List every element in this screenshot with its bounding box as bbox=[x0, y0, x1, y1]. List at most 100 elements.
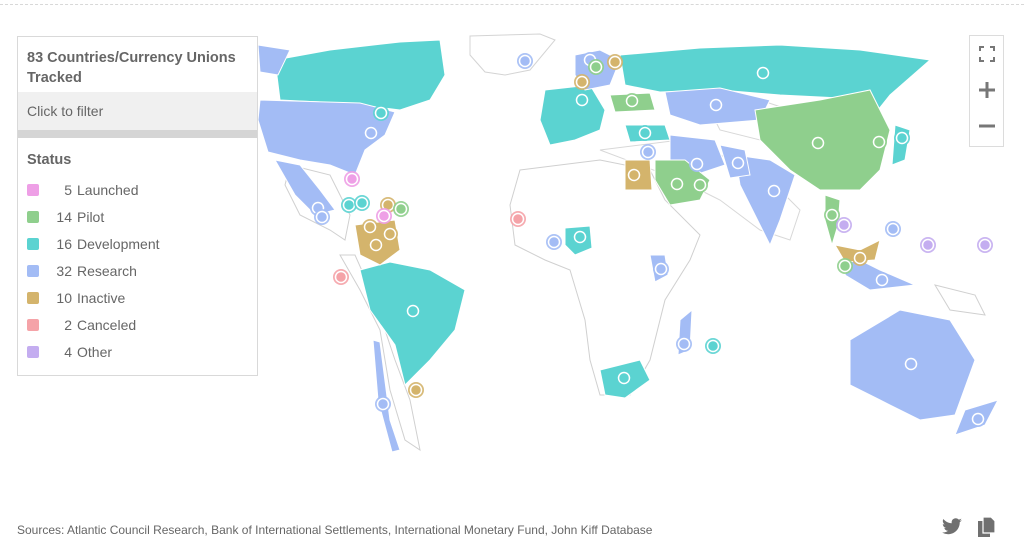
marker-iceland[interactable] bbox=[517, 53, 533, 69]
marker-ring bbox=[315, 210, 329, 224]
country-canada[interactable] bbox=[274, 39, 446, 111]
zoom-in-button[interactable] bbox=[970, 72, 1003, 108]
marker-eastern-caribbean[interactable] bbox=[376, 208, 392, 224]
legend-swatch bbox=[27, 318, 39, 331]
marker-brazil[interactable] bbox=[405, 303, 421, 319]
country-euro-area[interactable] bbox=[539, 84, 606, 146]
marker-marshall-islands[interactable] bbox=[920, 237, 936, 253]
zoom-out-button[interactable] bbox=[970, 108, 1003, 144]
marker-united-states[interactable] bbox=[363, 125, 379, 141]
marker-ring bbox=[895, 131, 909, 145]
legend-item-other[interactable]: 4 Other bbox=[18, 338, 257, 365]
marker-ecuador[interactable] bbox=[368, 237, 384, 253]
legend-count: 4 bbox=[64, 343, 72, 360]
marker-south-korea[interactable] bbox=[871, 134, 887, 150]
marker-sweden[interactable] bbox=[588, 59, 604, 75]
marker-madagascar[interactable] bbox=[676, 336, 692, 352]
legend-count: 14 bbox=[56, 208, 72, 225]
marker-philippines[interactable] bbox=[885, 221, 901, 237]
marker-bahamas[interactable] bbox=[344, 171, 360, 187]
marker-china[interactable] bbox=[810, 135, 826, 151]
marker-venezuela[interactable] bbox=[382, 226, 398, 242]
marker-indonesia[interactable] bbox=[874, 272, 890, 288]
marker-saudi-arabia[interactable] bbox=[669, 176, 685, 192]
marker-new-zealand[interactable] bbox=[970, 411, 986, 427]
marker-russia[interactable] bbox=[755, 65, 771, 81]
twitter-share-button[interactable] bbox=[941, 518, 963, 541]
marker-ring bbox=[376, 397, 390, 411]
marker-ring bbox=[518, 54, 532, 68]
marker-pakistan[interactable] bbox=[730, 155, 746, 171]
marker-ring bbox=[693, 178, 707, 192]
marker-ring bbox=[383, 227, 397, 241]
legend-swatch bbox=[27, 237, 39, 250]
legend-label: Launched bbox=[77, 181, 139, 198]
marker-ring bbox=[409, 383, 423, 397]
marker-trinidad[interactable] bbox=[393, 201, 409, 217]
marker-nigeria[interactable] bbox=[572, 229, 588, 245]
marker-ring bbox=[355, 196, 369, 210]
marker-australia[interactable] bbox=[903, 356, 919, 372]
marker-ring bbox=[575, 75, 589, 89]
legend-label: Other bbox=[77, 343, 113, 360]
marker-ring bbox=[872, 135, 886, 149]
marker-egypt[interactable] bbox=[626, 167, 642, 183]
marker-ring bbox=[342, 198, 356, 212]
marker-peru[interactable] bbox=[333, 269, 349, 285]
marker-ghana[interactable] bbox=[546, 234, 562, 250]
marker-ring bbox=[978, 238, 992, 252]
marker-ring bbox=[706, 339, 720, 353]
legend-label: Pilot bbox=[77, 208, 105, 225]
marker-euro-area[interactable] bbox=[574, 92, 590, 108]
sources-text: Sources: Atlantic Council Research, Bank… bbox=[17, 523, 653, 537]
legend-item-research[interactable]: 32 Research bbox=[18, 257, 257, 284]
marker-ring bbox=[886, 222, 900, 236]
marker-japan[interactable] bbox=[894, 130, 910, 146]
marker-uae[interactable] bbox=[692, 177, 708, 193]
marker-india[interactable] bbox=[766, 183, 782, 199]
marker-ring bbox=[921, 238, 935, 252]
marker-micronesia[interactable] bbox=[977, 237, 993, 253]
marker-ring bbox=[641, 145, 655, 159]
marker-ring bbox=[364, 126, 378, 140]
legend-item-inactive[interactable]: 10 Inactive bbox=[18, 284, 257, 311]
marker-turkey[interactable] bbox=[637, 125, 653, 141]
marker-ring bbox=[363, 220, 377, 234]
legend-label: Research bbox=[77, 262, 137, 279]
marker-ring bbox=[838, 259, 852, 273]
marker-guatemala[interactable] bbox=[314, 209, 330, 225]
legend-status-heading: Status bbox=[27, 152, 72, 168]
legend-item-pilot[interactable]: 14 Pilot bbox=[18, 203, 257, 230]
marker-israel[interactable] bbox=[640, 144, 656, 160]
marker-ukraine[interactable] bbox=[624, 93, 640, 109]
marker-ring bbox=[589, 60, 603, 74]
legend-count: 5 bbox=[64, 181, 72, 198]
marker-singapore[interactable] bbox=[837, 258, 853, 274]
legend-count: 32 bbox=[56, 262, 72, 279]
marker-uruguay[interactable] bbox=[408, 382, 424, 398]
legend-swatch bbox=[27, 264, 39, 277]
plus-icon bbox=[978, 82, 995, 98]
legend-item-canceled[interactable]: 2 Canceled bbox=[18, 311, 257, 338]
marker-cambodia[interactable] bbox=[836, 217, 852, 233]
marker-haiti[interactable] bbox=[354, 195, 370, 211]
marker-kenya[interactable] bbox=[653, 261, 669, 277]
marker-denmark[interactable] bbox=[574, 74, 590, 90]
legend-count: 2 bbox=[64, 316, 72, 333]
copy-button[interactable] bbox=[977, 516, 997, 543]
legend-item-launched[interactable]: 5 Launched bbox=[18, 176, 257, 203]
marker-ring bbox=[334, 270, 348, 284]
marker-chile[interactable] bbox=[375, 396, 391, 412]
fullscreen-button[interactable] bbox=[970, 36, 1003, 72]
marker-senegal[interactable] bbox=[510, 211, 526, 227]
marker-iran[interactable] bbox=[689, 156, 705, 172]
marker-colombia[interactable] bbox=[362, 219, 378, 235]
marker-kazakhstan[interactable] bbox=[708, 97, 724, 113]
marker-mauritius[interactable] bbox=[705, 338, 721, 354]
marker-finland[interactable] bbox=[607, 54, 623, 70]
legend-item-development[interactable]: 16 Development bbox=[18, 230, 257, 257]
marker-south-africa[interactable] bbox=[616, 370, 632, 386]
marker-ring bbox=[547, 235, 561, 249]
marker-malaysia[interactable] bbox=[852, 250, 868, 266]
marker-canada[interactable] bbox=[373, 105, 389, 121]
